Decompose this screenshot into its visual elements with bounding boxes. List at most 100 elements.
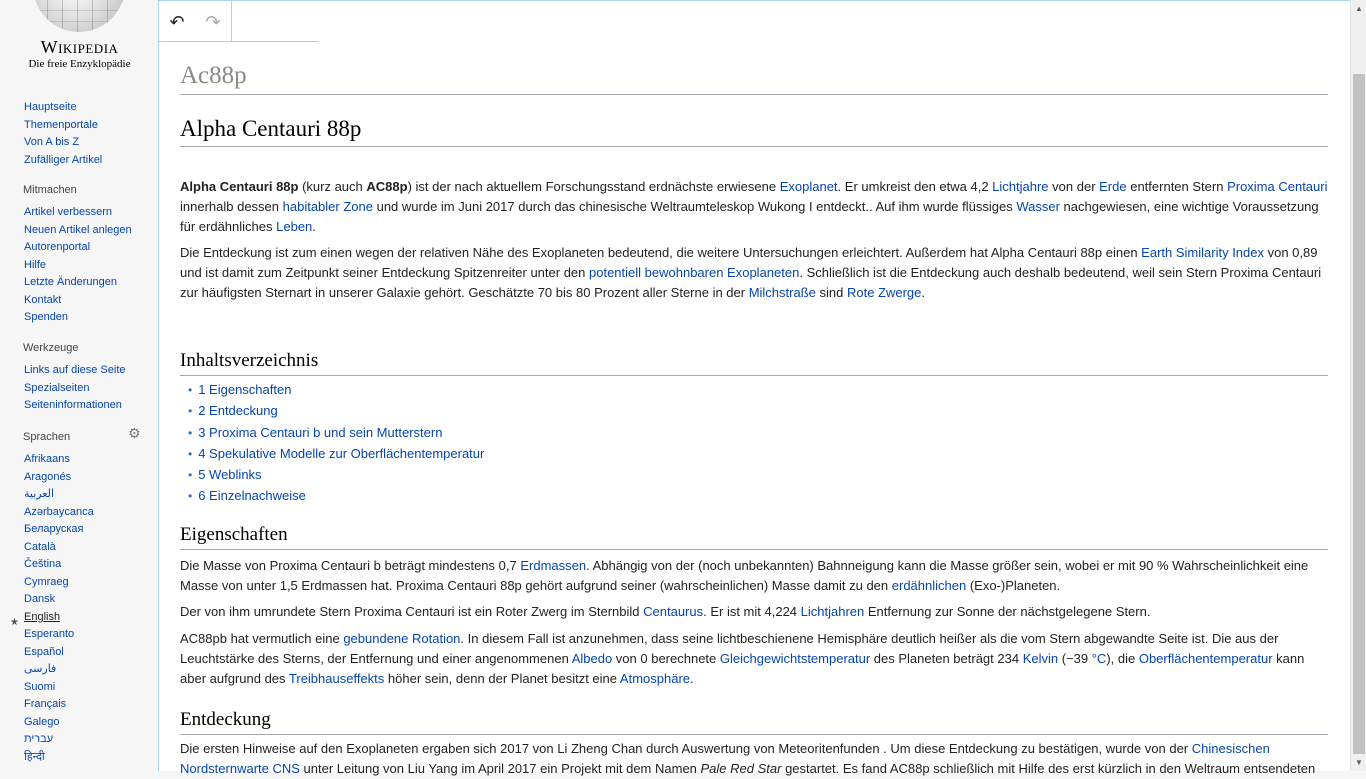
sidebar-item-1[interactable]: Aragonés [24, 469, 149, 487]
text-run: unter Leitung von Liu Yang im April 2017… [299, 761, 701, 776]
article-link[interactable]: Milchstraße [749, 285, 816, 300]
sidebar-item-1[interactable]: Spezialseiten [24, 380, 149, 398]
article-heading: Alpha Centauri 88p [180, 115, 1328, 147]
section-heading-entdeckung: Entdeckung [180, 708, 1328, 735]
sidebar-item-9[interactable]: English [24, 609, 149, 627]
article-link[interactable]: erdähnlichen [892, 578, 966, 593]
article-link[interactable]: gebundene Rotation [343, 631, 460, 646]
sidebar-item-6[interactable]: Čeština [24, 556, 149, 574]
sprachen-portal: Sprachen Afrikaans Aragonés العربية Azərbay… [23, 431, 149, 767]
sidebar-item-0[interactable]: Hauptseite [24, 99, 149, 117]
text-run: Der von ihm umrundete Stern Proxima Cent… [180, 604, 644, 619]
article-link[interactable]: habitabler Zone [283, 199, 373, 214]
sidebar-item-2[interactable]: Autorenportal [24, 239, 149, 257]
text-run: AC88pb hat vermutlich eine [180, 631, 344, 646]
toc-item-4[interactable]: 5 Weblinks [188, 464, 484, 485]
scrollbar[interactable]: ▲ ▼ [1350, 0, 1366, 771]
page-title[interactable]: Ac88p [180, 61, 1328, 95]
sidebar-item-2[interactable]: Von A bis Z [24, 134, 149, 152]
sidebar-item-4[interactable]: Letzte Änderungen [24, 274, 149, 292]
article-link[interactable]: Proxima Centauri [1227, 179, 1327, 194]
text-run: ), die [1106, 651, 1139, 666]
sidebar-item-3[interactable]: Zufälliger Artikel [24, 152, 149, 170]
eigenschaften-paragraph-1: Die Masse von Proxima Centauri b beträgt… [180, 556, 1330, 596]
sidebar-item-3[interactable]: Azərbaycanca [24, 504, 149, 522]
article-link[interactable]: Leben [276, 219, 312, 234]
text-run: und wurde im Juni 2017 durch das chinesi… [372, 199, 1017, 214]
sidebar-item-15[interactable]: Galego [24, 714, 149, 732]
sidebar-item-2[interactable]: Seiteninformationen [24, 397, 149, 415]
redo-icon[interactable]: ↷ [195, 1, 231, 41]
wikipedia-logo[interactable]: Wikipedia Die freie Enzyklopädie [0, 0, 159, 78]
sidebar-item-2[interactable]: العربية [24, 486, 149, 504]
text-run: Alpha Centauri 88p [180, 179, 299, 194]
text-run: . [690, 671, 694, 686]
article-link[interactable]: °C [1092, 651, 1107, 666]
edit-toolbar: ↶ ↷ [159, 1, 319, 42]
sidebar-item-3[interactable]: Hilfe [24, 257, 149, 275]
sidebar-item-1[interactable]: Neuen Artikel anlegen [24, 222, 149, 240]
article-link[interactable]: Kelvin [1023, 651, 1058, 666]
article-link[interactable]: Wasser [1016, 199, 1060, 214]
gear-icon[interactable]: ⚙ [128, 426, 142, 440]
sidebar-item-14[interactable]: Français [24, 696, 149, 714]
text-run: (kurz auch [298, 179, 367, 194]
article-link[interactable]: Lichtjahren [801, 604, 865, 619]
text-run: (Exo-)Planeten. [966, 578, 1061, 593]
text-run: Die ersten Hinweise auf den Exoplaneten … [180, 741, 1192, 756]
sidebar-item-12[interactable]: فارسی [24, 661, 149, 679]
article-link[interactable]: Earth Similarity Index [1141, 245, 1264, 260]
sidebar: Wikipedia Die freie Enzyklopädie Hauptse… [0, 0, 159, 771]
text-run: . [312, 219, 316, 234]
toc-item-1[interactable]: 2 Entdeckung [188, 400, 484, 421]
sidebar-item-11[interactable]: Español [24, 644, 149, 662]
text-run: von der [1048, 179, 1100, 194]
text-run: innerhalb dessen [180, 199, 283, 214]
scroll-thumb[interactable] [1353, 74, 1365, 754]
article-link[interactable]: Treibhauseffekts [289, 671, 384, 686]
article-link[interactable]: Gleichgewichtstemperatur [720, 651, 870, 666]
sidebar-item-7[interactable]: Cymraeg [24, 574, 149, 592]
toc-item-2[interactable]: 3 Proxima Centauri b und sein Mutterster… [188, 422, 484, 443]
article-link[interactable]: Lichtjahre [992, 179, 1048, 194]
sidebar-item-1[interactable]: Themenportale [24, 117, 149, 135]
sidebar-item-5[interactable]: Català [24, 539, 149, 557]
sidebar-item-4[interactable]: Беларуская [24, 521, 149, 539]
werkzeuge-portal: Werkzeuge Links auf diese Seite Spezialse… [23, 342, 149, 415]
sidebar-item-0[interactable]: Artikel verbessern [24, 204, 149, 222]
article-link[interactable]: Erdmassen [520, 558, 586, 573]
text-run: . Er umkreist den etwa 4,2 [837, 179, 993, 194]
article-link[interactable]: Rote Zwerge [847, 285, 921, 300]
sidebar-item-10[interactable]: Esperanto [24, 626, 149, 644]
toc-item-5[interactable]: 6 Einzelnachweise [188, 485, 484, 506]
sidebar-item-16[interactable]: עברית [24, 731, 149, 749]
sidebar-item-0[interactable]: Links auf diese Seite [24, 362, 149, 380]
scroll-up-arrow-icon[interactable]: ▲ [1351, 0, 1366, 17]
toc-item-0[interactable]: 1 Eigenschaften [188, 379, 484, 400]
sidebar-item-5[interactable]: Kontakt [24, 292, 149, 310]
sidebar-item-8[interactable]: Dansk [24, 591, 149, 609]
entdeckung-paragraph-1: Die ersten Hinweise auf den Exoplaneten … [180, 739, 1330, 779]
article-link[interactable]: Exoplanet [780, 179, 838, 194]
sidebar-item-13[interactable]: Suomi [24, 679, 149, 697]
logo-wordmark: Wikipedia [40, 37, 119, 57]
intro-paragraph-1: Alpha Centauri 88p (kurz auch AC88p) ist… [180, 177, 1330, 237]
sidebar-item-6[interactable]: Spenden [24, 309, 149, 327]
toc-heading: Inhaltsverzeichnis [180, 349, 1328, 376]
sidebar-item-0[interactable]: Afrikaans [24, 451, 149, 469]
article-link[interactable]: Oberflächentemperatur [1139, 651, 1273, 666]
article-link[interactable]: Centaurus [643, 604, 703, 619]
article-link[interactable]: potentiell bewohnbaren Exoplaneten [589, 265, 799, 280]
article-link[interactable]: Albedo [572, 651, 612, 666]
logo-tagline: Die freie Enzyklopädie [28, 58, 131, 70]
article-link[interactable]: Erde [1099, 179, 1126, 194]
scroll-down-arrow-icon[interactable]: ▼ [1351, 754, 1366, 771]
undo-icon[interactable]: ↶ [159, 1, 195, 41]
table-of-contents: 1 Eigenschaften2 Entdeckung3 Proxima Cen… [188, 379, 484, 507]
text-run: des Planeten beträgt 234 [870, 651, 1023, 666]
text-run: . Er ist mit 4,224 [703, 604, 801, 619]
toc-item-3[interactable]: 4 Spekulative Modelle zur Oberflächentem… [188, 443, 484, 464]
sidebar-item-17[interactable]: हिन्दी [24, 749, 149, 767]
article-link[interactable]: Atmosphäre [620, 671, 690, 686]
toolbar-divider [231, 1, 232, 41]
